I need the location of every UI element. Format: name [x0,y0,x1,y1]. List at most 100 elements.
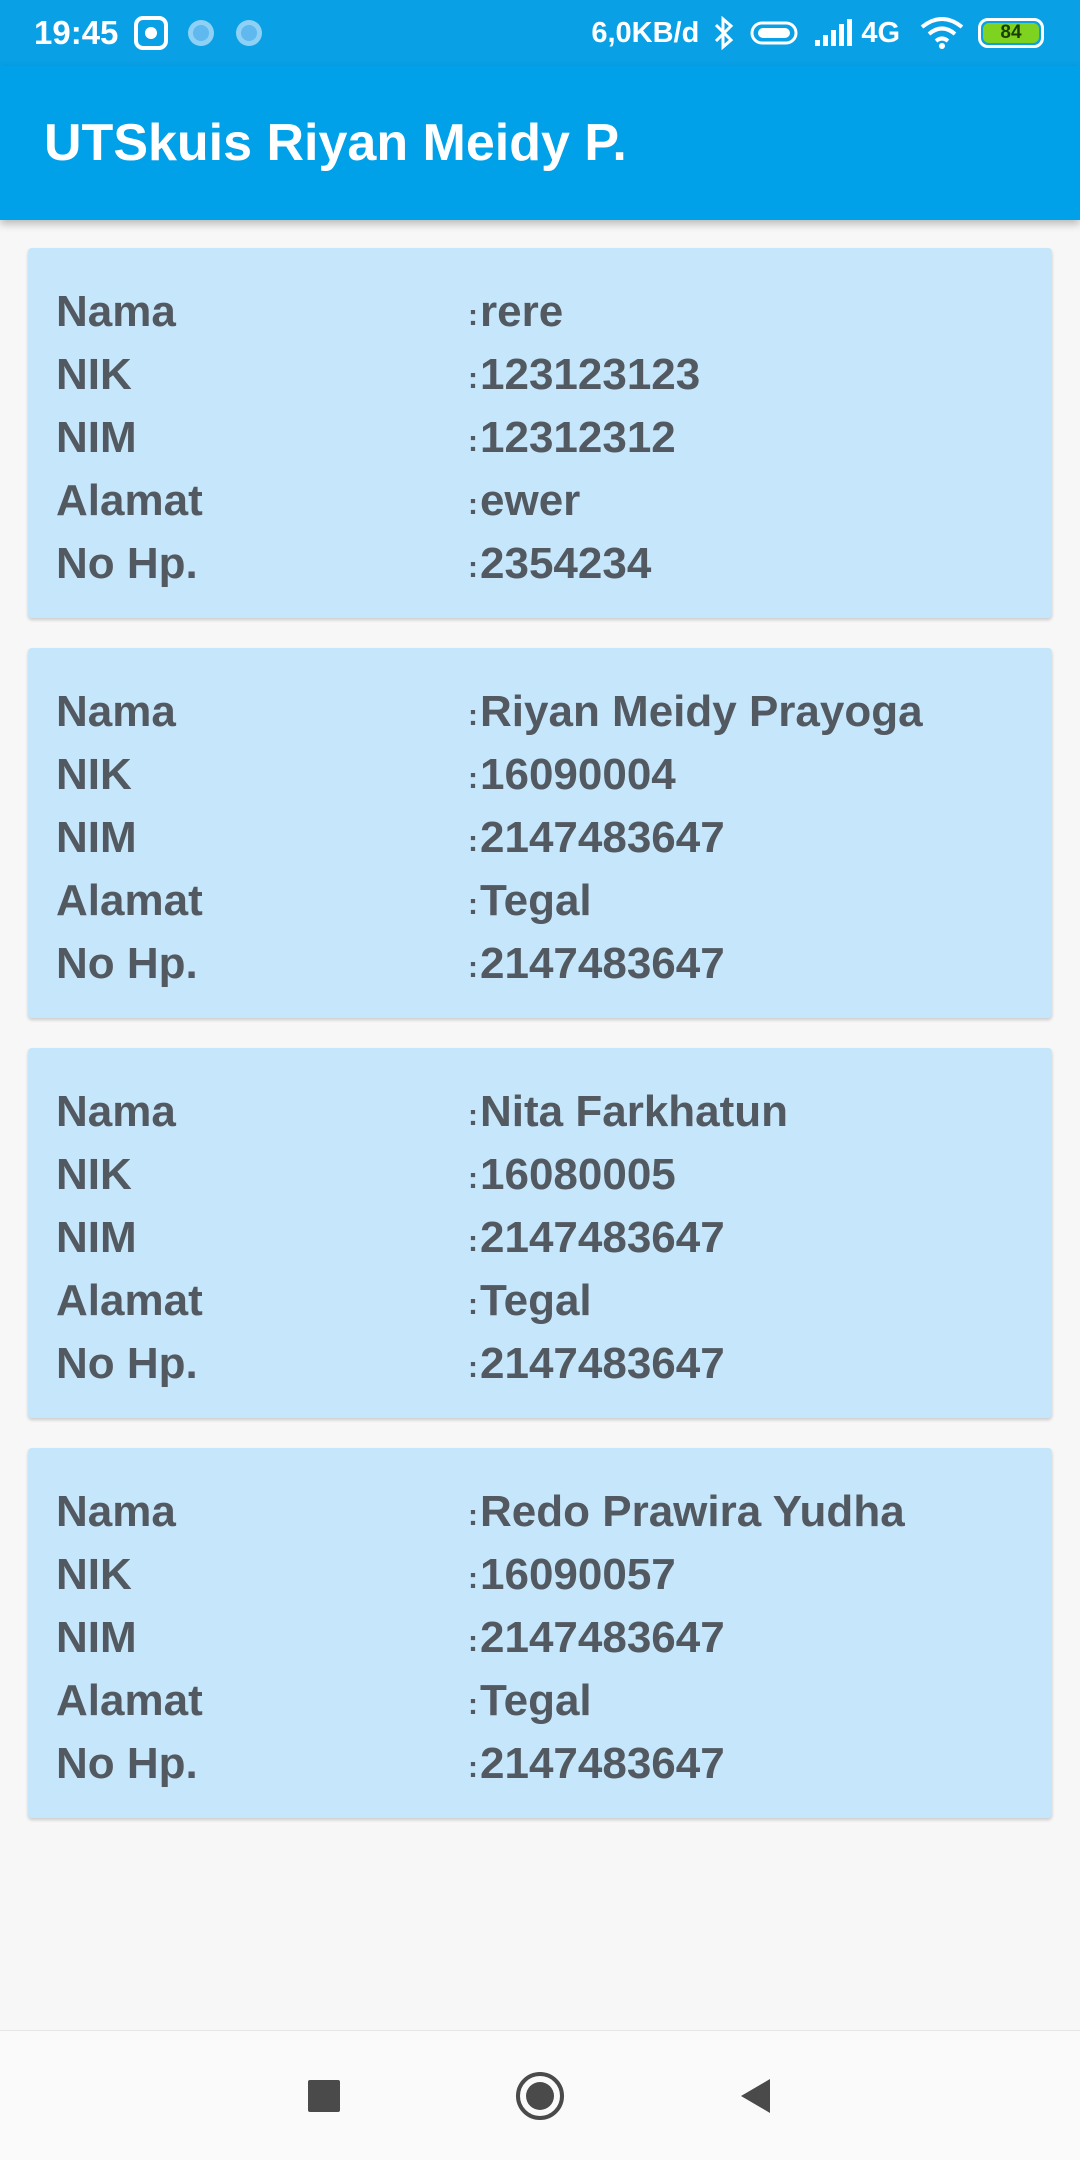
colon: : [468,1687,478,1721]
label-nohp: No Hp. [56,538,198,588]
label-alamat: Alamat [56,875,203,925]
field-nim: NIM:2147483647 [56,806,1024,869]
value-nik: 16090057 [480,1549,676,1599]
label-nama: Nama [56,686,176,736]
field-nim: NIM:2147483647 [56,1206,1024,1269]
field-alamat: Alamat: Tegal [56,869,1024,932]
label-nohp: No Hp. [56,938,198,988]
value-nohp: 2147483647 [480,1738,725,1788]
colon: : [468,424,478,458]
recents-square-icon [308,2079,340,2112]
colon: : [468,550,478,584]
label-alamat: Alamat [56,475,203,525]
value-nama: Redo Prawira Yudha [480,1486,905,1536]
battery-level: 84 [983,22,1039,43]
value-alamat: Tegal [480,1275,592,1325]
page-title: UTSkuis Riyan Meidy P. [44,114,627,172]
network-speed: 6,0KB/d [591,16,700,49]
notification-dot-icon [186,18,216,48]
label-nama: Nama [56,286,176,336]
navigation-bar [0,2030,1080,2160]
field-nama: Nama: rere [56,280,1024,343]
colon: : [468,1561,478,1595]
value-nim: 2147483647 [480,1612,725,1662]
label-nik: NIK [56,349,132,399]
list-item[interactable]: Nama: Riyan Meidy Prayoga NIK:16090004 NI… [28,648,1052,1018]
colon: : [468,1098,478,1132]
field-nama: Nama: Nita Farkhatun [56,1080,1024,1143]
field-nohp: No Hp.:2354234 [56,532,1024,595]
field-alamat: Alamat: Tegal [56,1669,1024,1732]
field-nohp: No Hp.:2147483647 [56,1332,1024,1395]
value-alamat: Tegal [480,1675,592,1725]
field-nim: NIM:12312312 [56,406,1024,469]
wifi-icon [920,17,964,49]
signal-icon [813,18,853,48]
notification-dot-icon [234,18,264,48]
colon: : [468,824,478,858]
app-bar: UTSkuis Riyan Meidy P. [0,66,1080,220]
label-nik: NIK [56,1549,132,1599]
field-alamat: Alamat: Tegal [56,1269,1024,1332]
home-button[interactable] [485,2041,595,2151]
value-nik: 123123123 [480,349,701,399]
value-nama: Nita Farkhatun [480,1086,789,1136]
value-nama: Riyan Meidy Prayoga [480,686,923,736]
colon: : [468,1624,478,1658]
colon: : [468,950,478,984]
label-nim: NIM [56,1612,137,1662]
field-nim: NIM:2147483647 [56,1606,1024,1669]
value-nohp: 2354234 [480,538,652,588]
label-nim: NIM [56,1212,137,1262]
label-nim: NIM [56,812,137,862]
list-item[interactable]: Nama: Redo Prawira Yudha NIK:16090057 NIM… [28,1448,1052,1818]
back-triangle-icon [741,2078,770,2113]
status-bar: 19:45 6,0KB/d 4G 84 [0,0,1080,66]
colon: : [468,1287,478,1321]
label-nohp: No Hp. [56,1738,198,1788]
value-nohp: 2147483647 [480,938,725,988]
field-nohp: No Hp.:2147483647 [56,1732,1024,1795]
field-nama: Nama: Riyan Meidy Prayoga [56,680,1024,743]
field-nama: Nama: Redo Prawira Yudha [56,1480,1024,1543]
vibrate-icon [749,19,799,47]
label-nama: Nama [56,1086,176,1136]
label-nik: NIK [56,1149,132,1199]
field-nik: NIK:16090057 [56,1543,1024,1606]
colon: : [468,761,478,795]
student-list: Nama: rere NIK:123123123 NIM:12312312 Ala… [28,248,1052,1848]
label-nik: NIK [56,749,132,799]
value-nik: 16090004 [480,749,676,799]
bluetooth-icon [713,16,735,50]
field-nik: NIK:16090004 [56,743,1024,806]
colon: : [468,487,478,521]
label-alamat: Alamat [56,1675,203,1725]
status-bar-left: 19:45 [34,14,282,52]
list-item[interactable]: Nama: Nita Farkhatun NIK:16080005 NIM:214… [28,1048,1052,1418]
colon: : [468,1224,478,1258]
colon: : [468,1350,478,1384]
status-bar-right: 6,0KB/d 4G 84 [591,16,1044,50]
label-nim: NIM [56,412,137,462]
screen-record-icon [134,16,169,50]
label-alamat: Alamat [56,1275,203,1325]
network-type: 4G [861,16,900,49]
field-nohp: No Hp.:2147483647 [56,932,1024,995]
value-nim: 2147483647 [480,812,725,862]
value-alamat: Tegal [480,875,592,925]
colon: : [468,698,478,732]
colon: : [468,298,478,332]
field-nik: NIK:123123123 [56,343,1024,406]
back-button[interactable] [701,2041,811,2151]
colon: : [468,1750,478,1784]
value-nim: 2147483647 [480,1212,725,1262]
recents-button[interactable] [269,2041,379,2151]
field-alamat: Alamat: ewer [56,469,1024,532]
list-item[interactable]: Nama: rere NIK:123123123 NIM:12312312 Ala… [28,248,1052,618]
home-circle-icon [516,2071,564,2120]
field-nik: NIK:16080005 [56,1143,1024,1206]
label-nohp: No Hp. [56,1338,198,1388]
value-alamat: ewer [480,475,581,525]
status-time: 19:45 [34,14,119,51]
value-nim: 12312312 [480,412,676,462]
